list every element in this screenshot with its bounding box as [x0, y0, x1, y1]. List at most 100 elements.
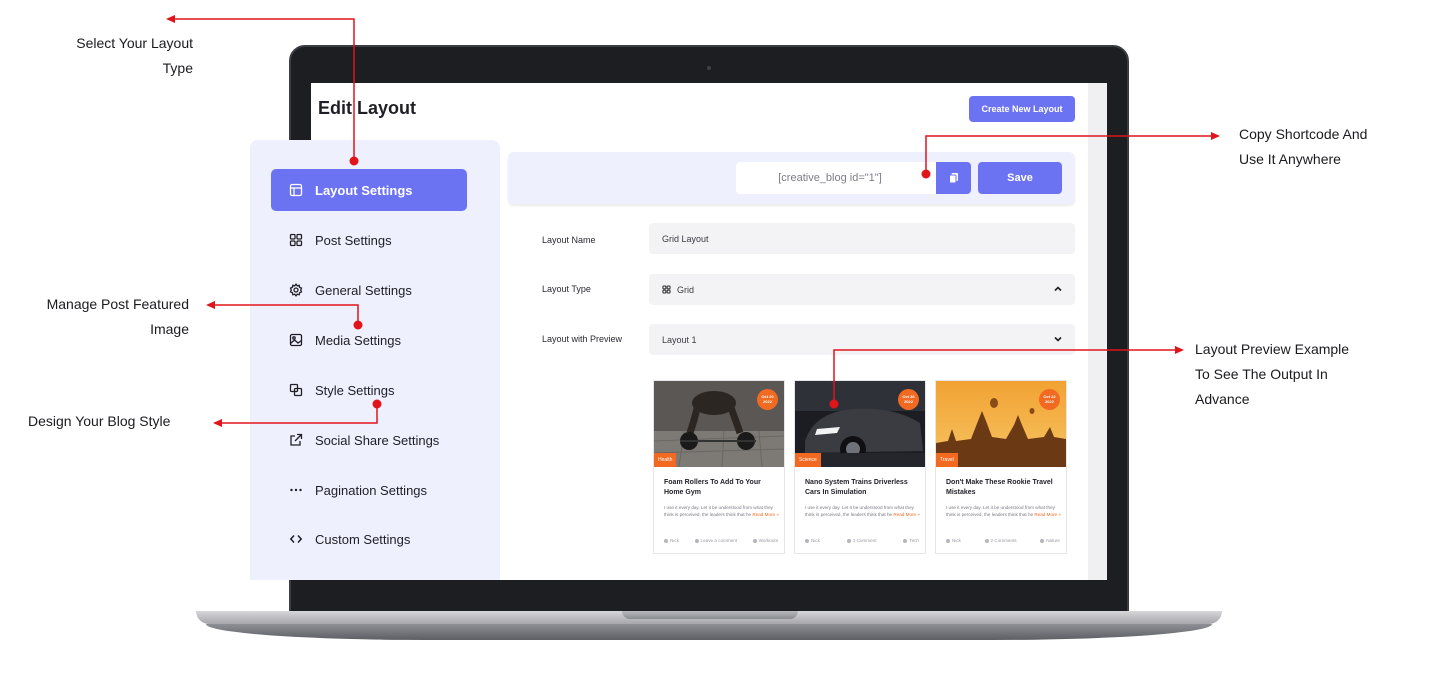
tag-icon: [903, 538, 908, 543]
layout-name-input[interactable]: Grid Layout: [649, 223, 1075, 254]
layout-icon: [289, 183, 303, 197]
card-comments-text: Leave a comment: [700, 538, 738, 543]
sidebar-item-post-settings[interactable]: Post Settings: [271, 219, 467, 261]
annotation-line: Image: [150, 321, 189, 337]
card-meta: Nick 1 Comment Tech: [805, 538, 919, 543]
annotation-line: Type: [162, 60, 193, 76]
card-date-year: 2022: [1045, 398, 1054, 404]
layout-type-value: Grid: [677, 284, 695, 295]
card-date-year: 2022: [763, 398, 772, 404]
sidebar-item-label: Social Share Settings: [315, 432, 440, 448]
sidebar-item-general-settings[interactable]: General Settings: [271, 269, 467, 311]
card-date-badge: Oct 22 2022: [1039, 389, 1060, 410]
card-meta: Nick Leave a comment Workouts: [664, 538, 778, 543]
card-author: Nick: [664, 538, 679, 543]
card-comments[interactable]: 2 Comments: [984, 538, 1017, 543]
user-icon: [946, 538, 950, 543]
preview-card[interactable]: Oct 26 2022 Science Nano System Trains D…: [794, 380, 926, 554]
card-comments-text: 1 Comment: [852, 538, 877, 543]
annotation-line: Use It Anywhere: [1239, 151, 1341, 167]
layout-name-label: Layout Name: [542, 235, 596, 245]
layout-name-value: Grid Layout: [662, 233, 709, 244]
sidebar-item-label: Style Settings: [315, 382, 395, 398]
annotation-line: To See The Output In: [1195, 366, 1328, 382]
layout-preview-select[interactable]: Layout 1: [649, 324, 1075, 355]
card-date-badge: Oct 20 2022: [757, 389, 778, 410]
card-comments[interactable]: Leave a comment: [694, 538, 738, 543]
comment-icon: [846, 538, 851, 543]
sidebar-item-layout-settings[interactable]: Layout Settings: [271, 169, 467, 211]
sidebar-item-social-share-settings[interactable]: Social Share Settings: [271, 419, 467, 461]
card-title[interactable]: Foam Rollers To Add To Your Home Gym: [664, 478, 778, 498]
card-category-badge[interactable]: Travel: [936, 453, 958, 467]
annotation-copy-shortcode: Copy Shortcode And Use It Anywhere: [1239, 122, 1409, 172]
card-tag[interactable]: Nature: [1040, 538, 1060, 543]
card-tag[interactable]: Workouts: [752, 538, 778, 543]
annotation-line: Copy Shortcode And: [1239, 126, 1368, 142]
annotation-select-layout: Select Your Layout Type: [40, 31, 193, 81]
card-author: Nick: [805, 538, 820, 543]
laptop-foot: [206, 624, 1212, 640]
copy-icon: [948, 173, 958, 184]
sidebar-item-custom-settings[interactable]: Custom Settings: [271, 518, 467, 560]
card-excerpt: I use it every day. Let it be understood…: [805, 504, 921, 519]
camera-icon: [707, 66, 711, 70]
annotation-layout-preview: Layout Preview Example To See The Output…: [1195, 337, 1395, 412]
card-comments[interactable]: 1 Comment: [846, 538, 877, 543]
sidebar-item-label: Pagination Settings: [315, 482, 428, 498]
card-meta: Nick 2 Comments Nature: [946, 538, 1060, 543]
card-title[interactable]: Nano System Trains Driverless Cars In Si…: [805, 478, 919, 498]
annotation-line: Layout Preview Example: [1195, 341, 1350, 357]
card-category-badge[interactable]: Science: [795, 453, 821, 467]
sidebar-item-label: Custom Settings: [315, 531, 411, 547]
read-more-link[interactable]: Read More »: [1034, 512, 1061, 517]
user-icon: [805, 538, 809, 543]
layout-type-label: Layout Type: [542, 284, 591, 294]
sidebar-item-label: Post Settings: [315, 232, 392, 248]
gear-icon: [289, 283, 303, 297]
sidebar-item-media-settings[interactable]: Media Settings: [271, 319, 467, 361]
card-comments-text: 2 Comments: [990, 538, 1017, 543]
annotation-line: Select Your Layout: [76, 35, 193, 51]
grid-icon: [289, 233, 303, 247]
scrollbar-track[interactable]: [1088, 83, 1107, 580]
card-author: Nick: [946, 538, 961, 543]
comment-icon: [694, 538, 699, 543]
save-button[interactable]: Save: [978, 162, 1062, 194]
preview-card[interactable]: Oct 22 2022 Travel Don't Make These Rook…: [935, 380, 1067, 554]
annotation-line: Design Your Blog Style: [28, 413, 171, 429]
external-link-icon: [289, 433, 303, 447]
comment-icon: [984, 538, 989, 543]
laptop-notch: [622, 611, 798, 619]
tag-icon: [1040, 538, 1045, 543]
card-category-badge[interactable]: Health: [654, 453, 677, 467]
read-more-link[interactable]: Read More »: [752, 512, 779, 517]
card-excerpt: I use it every day. Let it be understood…: [664, 504, 780, 519]
card-title[interactable]: Don't Make These Rookie Travel Mistakes: [946, 478, 1060, 498]
card-author-name: Nick: [811, 538, 820, 543]
sidebar-item-pagination-settings[interactable]: Pagination Settings: [271, 469, 467, 511]
shortcode-field[interactable]: [creative_blog id="1"]: [736, 162, 936, 194]
card-date-year: 2022: [904, 398, 913, 404]
annotation-design-blog: Design Your Blog Style: [28, 409, 208, 434]
sidebar-item-label: Media Settings: [315, 332, 401, 348]
laptop-bezel: [291, 580, 1127, 612]
annotation-line: Advance: [1195, 391, 1250, 407]
card-tag-text: Tech: [909, 538, 919, 543]
copy-shortcode-button[interactable]: [936, 162, 971, 194]
layout-preview-value: Layout 1: [662, 334, 697, 345]
grid-icon: [662, 285, 671, 294]
chevron-down-icon: [1054, 336, 1062, 342]
card-tag-text: Nature: [1046, 538, 1060, 543]
card-tag-text: Workouts: [758, 538, 778, 543]
sidebar-item-style-settings[interactable]: Style Settings: [271, 369, 467, 411]
create-new-layout-button[interactable]: Create New Layout: [969, 96, 1075, 122]
code-icon: [289, 532, 303, 546]
annotation-line: Manage Post Featured: [46, 296, 189, 312]
sidebar-item-label: General Settings: [315, 282, 412, 298]
preview-card[interactable]: Oct 20 2022 Health Foam Rollers To Add T…: [653, 380, 785, 554]
read-more-link[interactable]: Read More »: [893, 512, 920, 517]
card-tag[interactable]: Tech: [903, 538, 919, 543]
layout-type-select[interactable]: Grid: [649, 274, 1075, 305]
layout-preview-label: Layout with Preview: [542, 334, 623, 344]
